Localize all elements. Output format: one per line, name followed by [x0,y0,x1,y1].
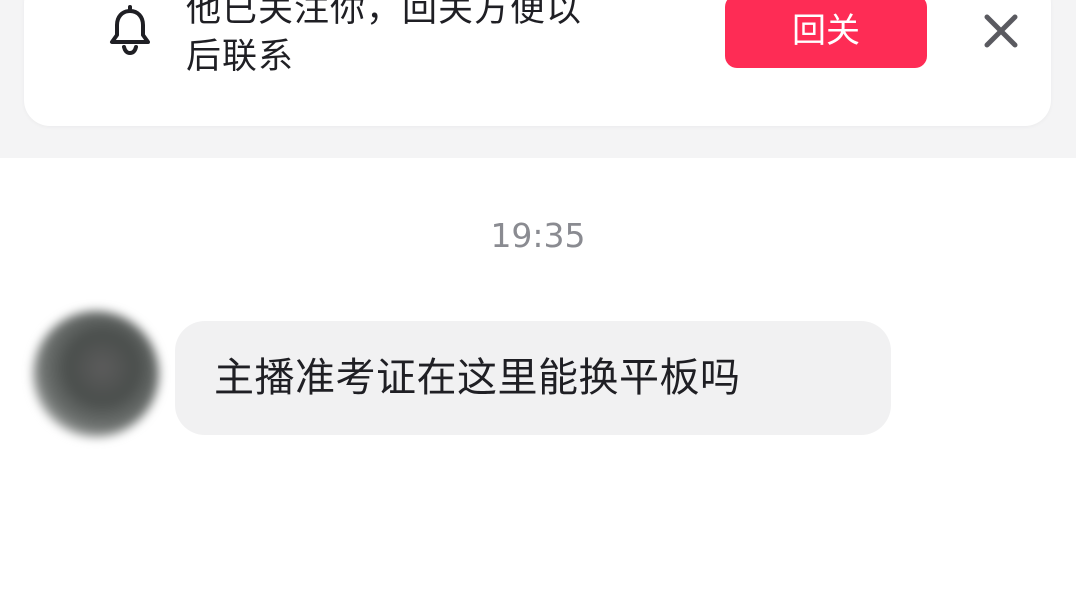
bell-icon [102,3,158,59]
message-timestamp: 19:35 [490,216,586,255]
close-icon[interactable] [976,6,1026,56]
follow-notification-line-2: 后联系 [186,37,295,77]
follow-notification-banner: 他已关注你，回关方便以 后联系 回关 [24,0,1051,126]
message-bubble[interactable]: 主播准考证在这里能换平板吗 [175,321,891,435]
avatar[interactable] [33,311,159,437]
follow-notification-line-1: 他已关注你，回关方便以 [186,0,583,30]
notification-area: 他已关注你，回关方便以 后联系 回关 [0,0,1076,158]
message-text: 主播准考证在这里能换平板吗 [214,355,741,401]
follow-back-button[interactable]: 回关 [725,0,927,68]
follow-notification-text: 他已关注你，回关方便以 后联系 [186,0,686,81]
